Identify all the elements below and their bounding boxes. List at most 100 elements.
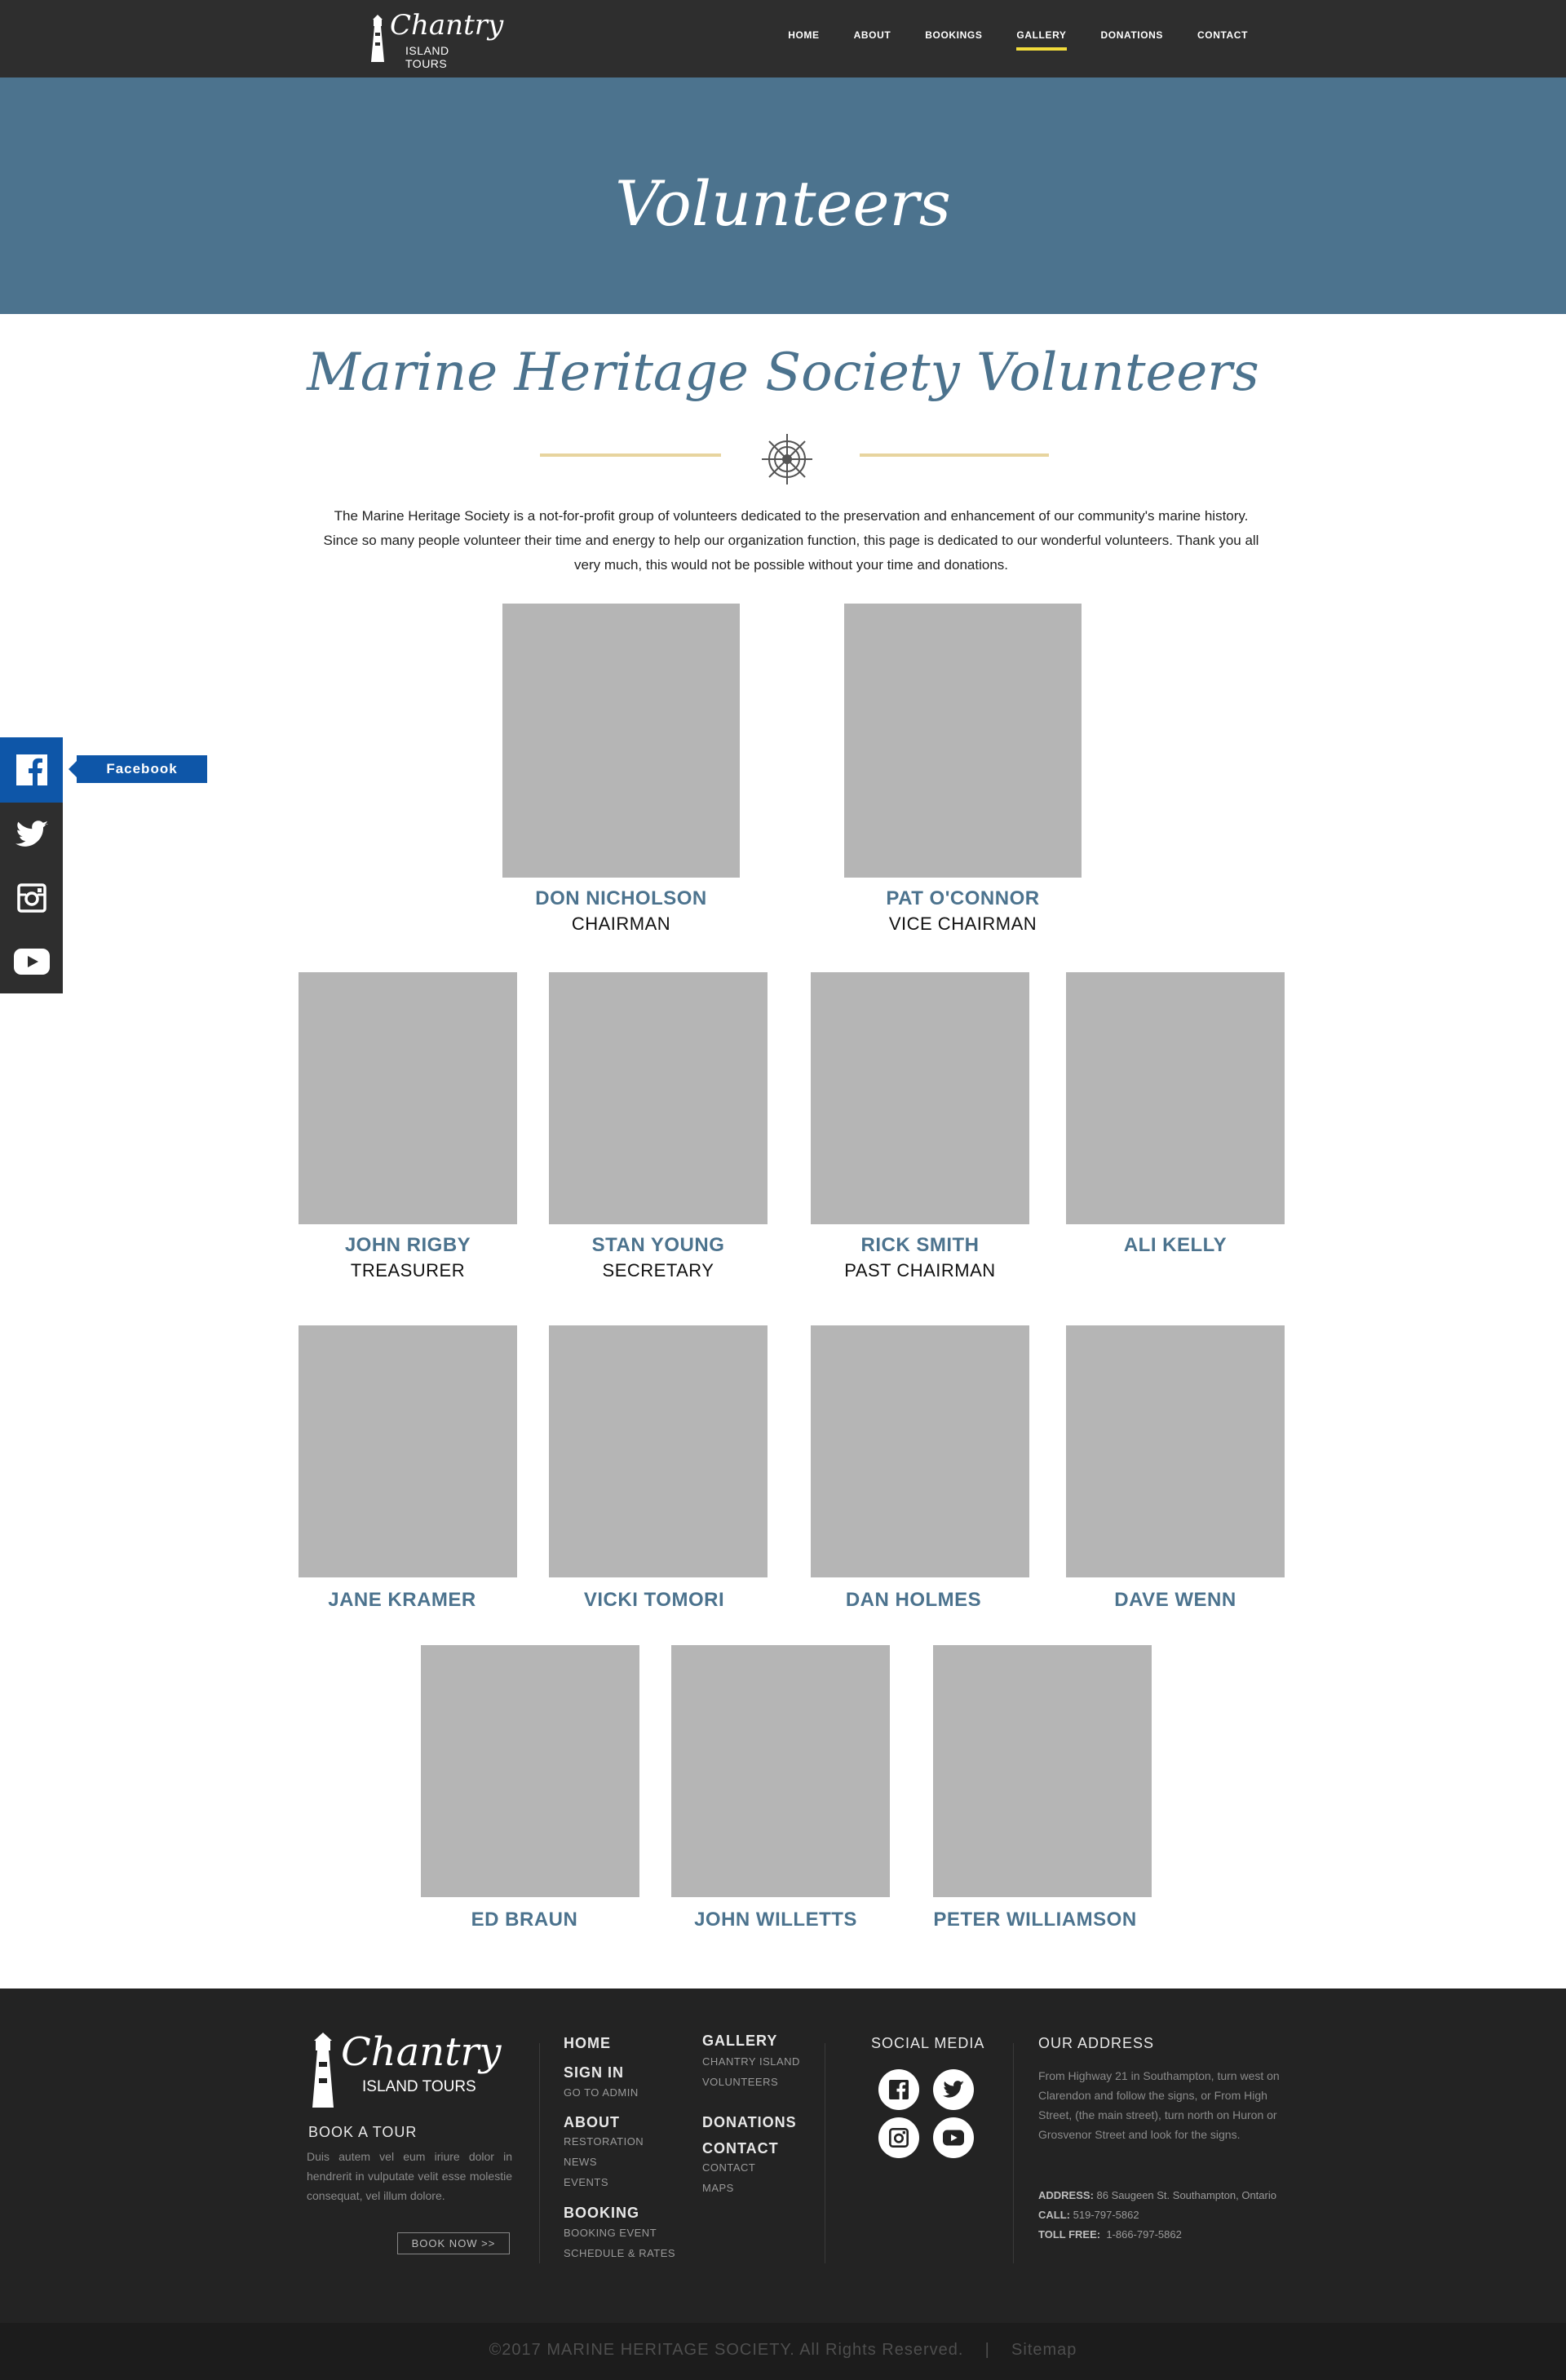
volunteer-role: PAST CHAIRMAN <box>844 1260 996 1281</box>
footer-facebook-button[interactable] <box>878 2069 919 2110</box>
footer-link-sign-in[interactable]: SIGN IN <box>564 2064 624 2081</box>
section-title: Marine Heritage Society Volunteers <box>307 343 1259 403</box>
site-logo[interactable]: Chantry ISLAND TOURS <box>369 11 503 70</box>
footer-link-booking-event[interactable]: BOOKING EVENT <box>564 2227 657 2239</box>
nav-home[interactable]: HOME <box>788 29 819 52</box>
footer-link-restoration[interactable]: RESTORATION <box>564 2135 644 2148</box>
volunteer-photo <box>671 1645 890 1897</box>
footer-link-about[interactable]: ABOUT <box>564 2114 620 2131</box>
logo-script-text: Chantry <box>390 9 504 42</box>
sidebar-youtube-button[interactable] <box>0 930 63 993</box>
tollfree-value[interactable]: 1-866-797-5862 <box>1106 2228 1182 2241</box>
twitter-icon <box>943 2081 964 2098</box>
divider-line-left <box>540 453 721 457</box>
sidebar-instagram-button[interactable] <box>0 866 63 930</box>
footer-logo-sub: ISLAND TOURS <box>362 2078 476 2095</box>
volunteer-name: ED BRAUN <box>471 1909 578 1931</box>
volunteer-name: JANE KRAMER <box>328 1589 476 1611</box>
footer <box>0 1988 1566 2323</box>
volunteer-name: ALI KELLY <box>1123 1234 1228 1256</box>
volunteer-photo <box>811 972 1029 1224</box>
address-value: 86 Saugeen St. Southampton, Ontario <box>1096 2189 1276 2201</box>
volunteer-photo <box>1066 972 1285 1224</box>
facebook-tooltip: Facebook <box>69 755 207 783</box>
footer-link-schedule-rates[interactable]: SCHEDULE & RATES <box>564 2247 675 2259</box>
footer-link-contact[interactable]: CONTACT <box>702 2140 779 2157</box>
copyright-text: ©2017 MARINE HERITAGE SOCIETY. All Right… <box>489 2341 1077 2359</box>
footer-logo[interactable]: Chantry ISLAND TOURS <box>308 2033 502 2114</box>
nav-contact[interactable]: CONTACT <box>1197 29 1248 52</box>
volunteer-photo <box>299 1325 517 1577</box>
footer-divider <box>539 2043 540 2263</box>
book-tour-heading: BOOK A TOUR <box>308 2124 418 2140</box>
social-media-heading: SOCIAL MEDIA <box>871 2035 985 2051</box>
footer-twitter-button[interactable] <box>933 2069 974 2110</box>
nav-donations[interactable]: DONATIONS <box>1101 29 1164 52</box>
nav-about[interactable]: ABOUT <box>854 29 891 52</box>
footer-link-chantry-island[interactable]: CHANTRY ISLAND <box>702 2055 800 2068</box>
address-label: ADDRESS: <box>1038 2189 1094 2201</box>
volunteer-role: CHAIRMAN <box>571 914 671 934</box>
footer-link-contact-page[interactable]: CONTACT <box>702 2161 755 2174</box>
facebook-icon <box>889 2080 909 2099</box>
book-now-button[interactable]: BOOK NOW >> <box>397 2232 510 2254</box>
book-tour-text: Duis autem vel eum iriure dolor in hendr… <box>307 2150 512 2202</box>
volunteer-role: VICE CHAIRMAN <box>888 914 1037 934</box>
volunteer-name: PAT O'CONNOR <box>886 887 1040 909</box>
volunteer-name: DAVE WENN <box>1114 1589 1236 1611</box>
instagram-icon <box>16 883 46 913</box>
sidebar-twitter-button[interactable] <box>0 803 63 866</box>
volunteer-photo <box>421 1645 639 1897</box>
contact-details: ADDRESS: 86 Saugeen St. Southampton, Ont… <box>1038 2186 1276 2245</box>
address-directions: From Highway 21 in Southampton, turn wes… <box>1038 2069 1280 2141</box>
youtube-icon <box>943 2130 964 2146</box>
volunteer-name: PETER WILLIAMSON <box>933 1909 1137 1931</box>
address-heading: OUR ADDRESS <box>1038 2035 1155 2051</box>
divider-line-right <box>860 453 1049 457</box>
intro-paragraph: The Marine Heritage Society is a not-for… <box>323 508 1259 573</box>
instagram-icon <box>889 2128 909 2148</box>
volunteer-name: JOHN WILLETTS <box>694 1909 857 1931</box>
volunteer-photo <box>502 604 740 878</box>
top-navigation-bar: Chantry ISLAND TOURS HOME ABOUT BOOKINGS… <box>0 0 1566 77</box>
footer-link-events[interactable]: EVENTS <box>564 2176 608 2188</box>
footer-link-donations[interactable]: DONATIONS <box>702 2114 797 2131</box>
footer-link-booking[interactable]: BOOKING <box>564 2205 639 2222</box>
page-title: Volunteers <box>615 167 951 240</box>
volunteer-role: TREASURER <box>350 1260 466 1281</box>
footer-link-maps[interactable]: MAPS <box>702 2182 734 2194</box>
footer-link-gallery[interactable]: GALLERY <box>702 2033 777 2050</box>
footer-youtube-button[interactable] <box>933 2117 974 2158</box>
youtube-icon <box>13 949 50 975</box>
main-nav: HOME ABOUT BOOKINGS GALLERY DONATIONS CO… <box>754 29 1248 52</box>
sidebar-facebook-button[interactable] <box>0 737 63 803</box>
footer-link-news[interactable]: NEWS <box>564 2156 597 2168</box>
volunteer-photo <box>549 1325 768 1577</box>
volunteer-photo <box>933 1645 1152 1897</box>
tollfree-label: TOLL FREE: <box>1038 2228 1101 2241</box>
volunteer-photo <box>844 604 1082 878</box>
call-value[interactable]: 519-797-5862 <box>1073 2209 1139 2221</box>
volunteer-photo <box>1066 1325 1285 1577</box>
volunteer-name: JOHN RIGBY <box>344 1234 471 1256</box>
volunteer-photo <box>549 972 768 1224</box>
footer-divider <box>1013 2043 1014 2263</box>
footer-logo-script: Chantry <box>341 2029 502 2075</box>
volunteer-photo <box>811 1325 1029 1577</box>
volunteer-name: RICK SMITH <box>860 1234 980 1256</box>
lighthouse-icon <box>371 15 384 62</box>
footer-link-go-to-admin[interactable]: GO TO ADMIN <box>564 2086 639 2099</box>
nav-gallery[interactable]: GALLERY <box>1016 29 1067 52</box>
volunteer-name: DAN HOLMES <box>845 1589 982 1611</box>
twitter-icon <box>15 821 48 847</box>
nav-bookings[interactable]: BOOKINGS <box>925 29 982 52</box>
volunteer-photo <box>299 972 517 1224</box>
volunteer-name: VICKI TOMORI <box>583 1589 725 1611</box>
page-banner: Volunteers <box>0 77 1566 314</box>
footer-link-volunteers[interactable]: VOLUNTEERS <box>702 2076 778 2088</box>
footer-link-home[interactable]: HOME <box>564 2035 611 2052</box>
footer-instagram-button[interactable] <box>878 2117 919 2158</box>
lighthouse-icon <box>312 2033 334 2108</box>
volunteer-role: SECRETARY <box>602 1260 714 1281</box>
volunteer-name: DON NICHOLSON <box>535 887 707 909</box>
